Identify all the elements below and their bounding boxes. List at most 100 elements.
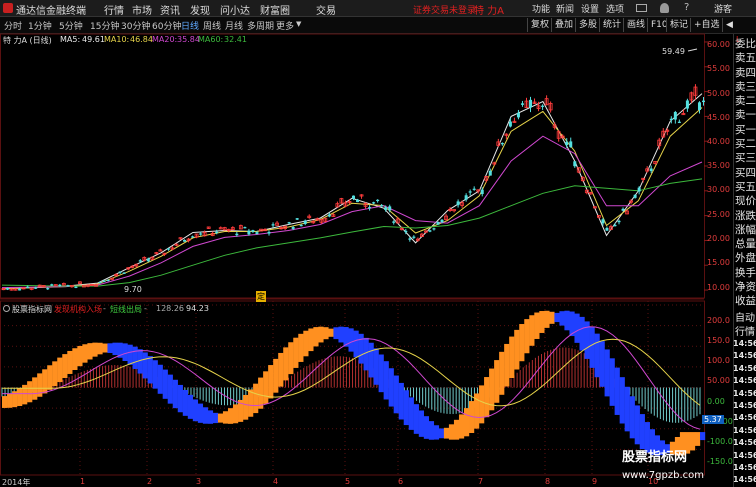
candle-body-down	[464, 195, 468, 200]
indicator-band-segment	[232, 404, 239, 424]
panel-label-9: 买四	[735, 166, 756, 179]
indicator-band-segment	[494, 360, 500, 403]
panel-label-11: 现价	[735, 195, 756, 208]
indicator-band-segment	[363, 337, 369, 371]
indicator-band-segment	[187, 394, 193, 419]
indicator-band-segment	[127, 344, 133, 365]
indicator-band-segment	[393, 375, 399, 414]
indicator-band-segment	[72, 348, 78, 371]
indicator-band-segment	[639, 414, 645, 450]
indicator-band-segment	[368, 342, 374, 378]
ding-mark[interactable]: 定	[256, 291, 266, 302]
indicator-band-segment	[102, 343, 108, 353]
candle-body-down	[633, 194, 637, 198]
candle-body-down	[500, 143, 504, 145]
indicator-settings-icon[interactable]	[3, 305, 10, 312]
candle-body-down	[380, 205, 384, 207]
indicator-band-segment	[694, 432, 701, 446]
indicator-sep-2: -	[144, 304, 147, 313]
candle-body-down	[388, 206, 392, 211]
indicator-band-segment	[599, 341, 605, 387]
indicator-name[interactable]: 股票指标网	[12, 304, 52, 315]
candle-body-down	[601, 219, 605, 224]
x-label-7: 7	[478, 477, 484, 486]
y-label-40: 40.00	[707, 137, 730, 146]
ind-y-100: 100.0	[707, 356, 730, 365]
candle-body-down	[565, 141, 569, 146]
indicator-band-segment	[7, 393, 13, 408]
x-label-4: 4	[273, 477, 279, 486]
panel-label-5: 卖一	[735, 109, 756, 122]
candle-body-down	[74, 286, 78, 289]
candle-body-down	[106, 279, 110, 281]
candle-body-down	[456, 201, 460, 206]
indicator-band-segment	[112, 342, 118, 356]
indicator-item-1: 发现机构入场	[54, 305, 102, 314]
candle-body-down	[440, 219, 444, 223]
candle-body-down	[480, 189, 484, 195]
tick-time-3: 14:56	[733, 376, 756, 386]
candle-body-down	[621, 208, 625, 211]
candle-body-down	[529, 99, 533, 108]
indicator-band-segment	[328, 328, 334, 337]
ind-y-m100: -100.0	[707, 437, 733, 446]
panel-label-7: 买二	[735, 138, 756, 151]
indicator-band-segment	[333, 327, 339, 340]
ma20-name: MA20:	[152, 35, 178, 44]
indicator-band-segment	[413, 404, 419, 434]
indicator-band-segment	[258, 377, 264, 409]
candle-body-down	[685, 100, 689, 109]
tick-time-6: 14:56	[733, 413, 756, 423]
ind-y-0: 0.00	[707, 397, 725, 406]
candle-body-down	[287, 222, 291, 224]
hangqing-label[interactable]: 行情	[735, 323, 755, 338]
indicator-band-segment	[484, 377, 490, 418]
candle-body-down	[235, 233, 239, 236]
candle-body-down	[649, 168, 653, 172]
indicator-band-segment	[17, 388, 23, 407]
indicator-band-segment	[222, 411, 229, 424]
indicator-band-segment	[624, 386, 630, 432]
indicator-band-segment	[192, 399, 199, 422]
indicator-band-segment	[227, 408, 234, 424]
indicator-band-segment	[263, 371, 269, 404]
indicator-band-segment	[629, 396, 635, 439]
indicator-band-segment	[217, 413, 224, 423]
indicator-band-segment	[298, 333, 304, 362]
tick-time-5: 14:56	[733, 401, 756, 411]
indicator-band-segment	[373, 348, 379, 385]
watermark-title: 股票指标网	[622, 450, 688, 465]
indicator-band-segment	[539, 311, 545, 333]
indicator-band-segment	[147, 356, 153, 384]
x-label-1: 1	[80, 477, 86, 486]
ma60-value: 32.41	[224, 35, 247, 44]
indicator-band-segment	[283, 347, 289, 381]
ma20-value: 35.84	[177, 35, 200, 44]
candle-body-down	[573, 161, 577, 167]
candle-body-down	[247, 230, 251, 235]
chart-canvas[interactable]	[0, 0, 756, 487]
candle-body-down	[66, 285, 70, 287]
tick-time-9: 14:56	[733, 450, 756, 460]
indicator-band-segment	[549, 311, 555, 324]
indicator-band-segment	[288, 342, 294, 375]
indicator-band-segment	[559, 311, 565, 326]
x-label-2014: 2014年	[2, 478, 31, 487]
candle-body-down	[215, 231, 219, 233]
indicator-band-segment	[77, 345, 83, 367]
indicator-band-segment	[564, 310, 570, 331]
candle-body-down	[58, 284, 62, 286]
tick-time-4: 14:56	[733, 388, 756, 398]
indicator-band-segment	[278, 352, 284, 387]
candle-body-down	[488, 170, 492, 176]
candle-body-down	[468, 191, 472, 193]
y-label-25: 25.00	[707, 210, 730, 219]
indicator-band-segment	[177, 384, 183, 413]
ma-line-ma60	[1, 178, 703, 287]
candle-body-down	[50, 284, 54, 286]
indicator-band-segment	[388, 368, 394, 407]
panel-label-15: 外盘	[735, 252, 756, 265]
indicator-band-segment	[142, 352, 148, 379]
auto-label[interactable]: 自动	[735, 309, 755, 324]
indicator-band-segment	[634, 405, 640, 445]
